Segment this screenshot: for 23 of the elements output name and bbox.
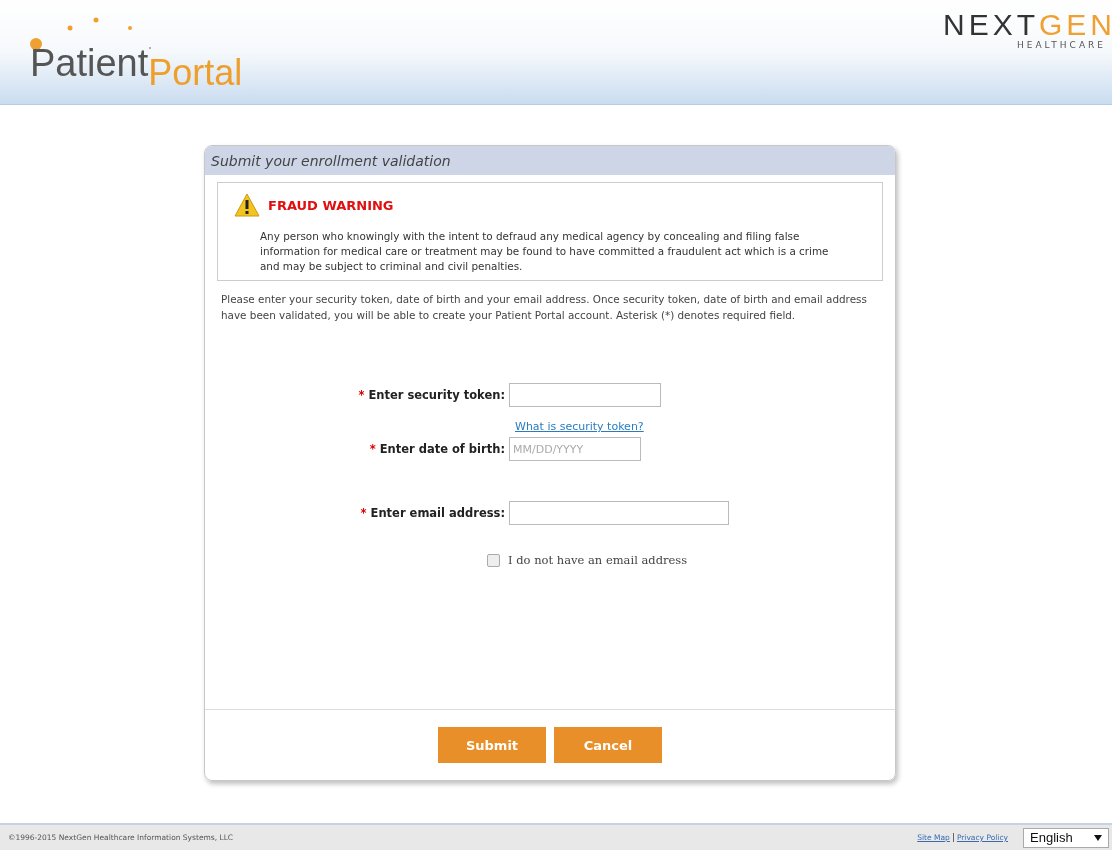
checkbox[interactable]	[487, 553, 500, 567]
help-link[interactable]: What is security token?	[515, 420, 644, 433]
instructions-text: Please enter your security token, date of birth and your email address. Once security token, date of birth and email address have been validated, you will be able to create your Patient Portal account. Asterisk (*) denotes required field.	[221, 292, 868, 323]
brand-logo: NEXTGEN	[942, 10, 1112, 40]
input-field[interactable]	[509, 501, 729, 525]
caret-icon	[1094, 834, 1102, 841]
input-field[interactable]: MM/DD/YYYY	[509, 437, 641, 461]
warning-text: Any person who knowingly with the intent to defraud any medical agency by concealing and filing false information for medical care or treatment may be found to have committed a fraudulent act which is a crime and may be subject to criminal and civil penalties.	[260, 229, 830, 274]
required-marker: *	[360, 506, 367, 520]
input-field[interactable]	[509, 383, 661, 407]
submit-button[interactable]: Submit	[438, 727, 546, 763]
panel-title: Submit your enrollment validation	[205, 146, 895, 175]
field-label: Enter date of birth:	[379, 442, 505, 456]
checkbox-label: I do not have an email address	[508, 553, 688, 567]
brand-tagline: HEALTHCARE	[1015, 40, 1106, 50]
required-marker: *	[358, 388, 365, 402]
language-select[interactable]: English	[1023, 827, 1109, 848]
warning-title: FRAUD WARNING	[268, 197, 394, 213]
field-label: Enter email address:	[370, 506, 505, 520]
field-label: Enter security token:	[368, 388, 505, 402]
warning-icon	[234, 193, 260, 217]
cancel-button[interactable]: Cancel	[554, 727, 662, 763]
required-marker: *	[369, 442, 376, 456]
